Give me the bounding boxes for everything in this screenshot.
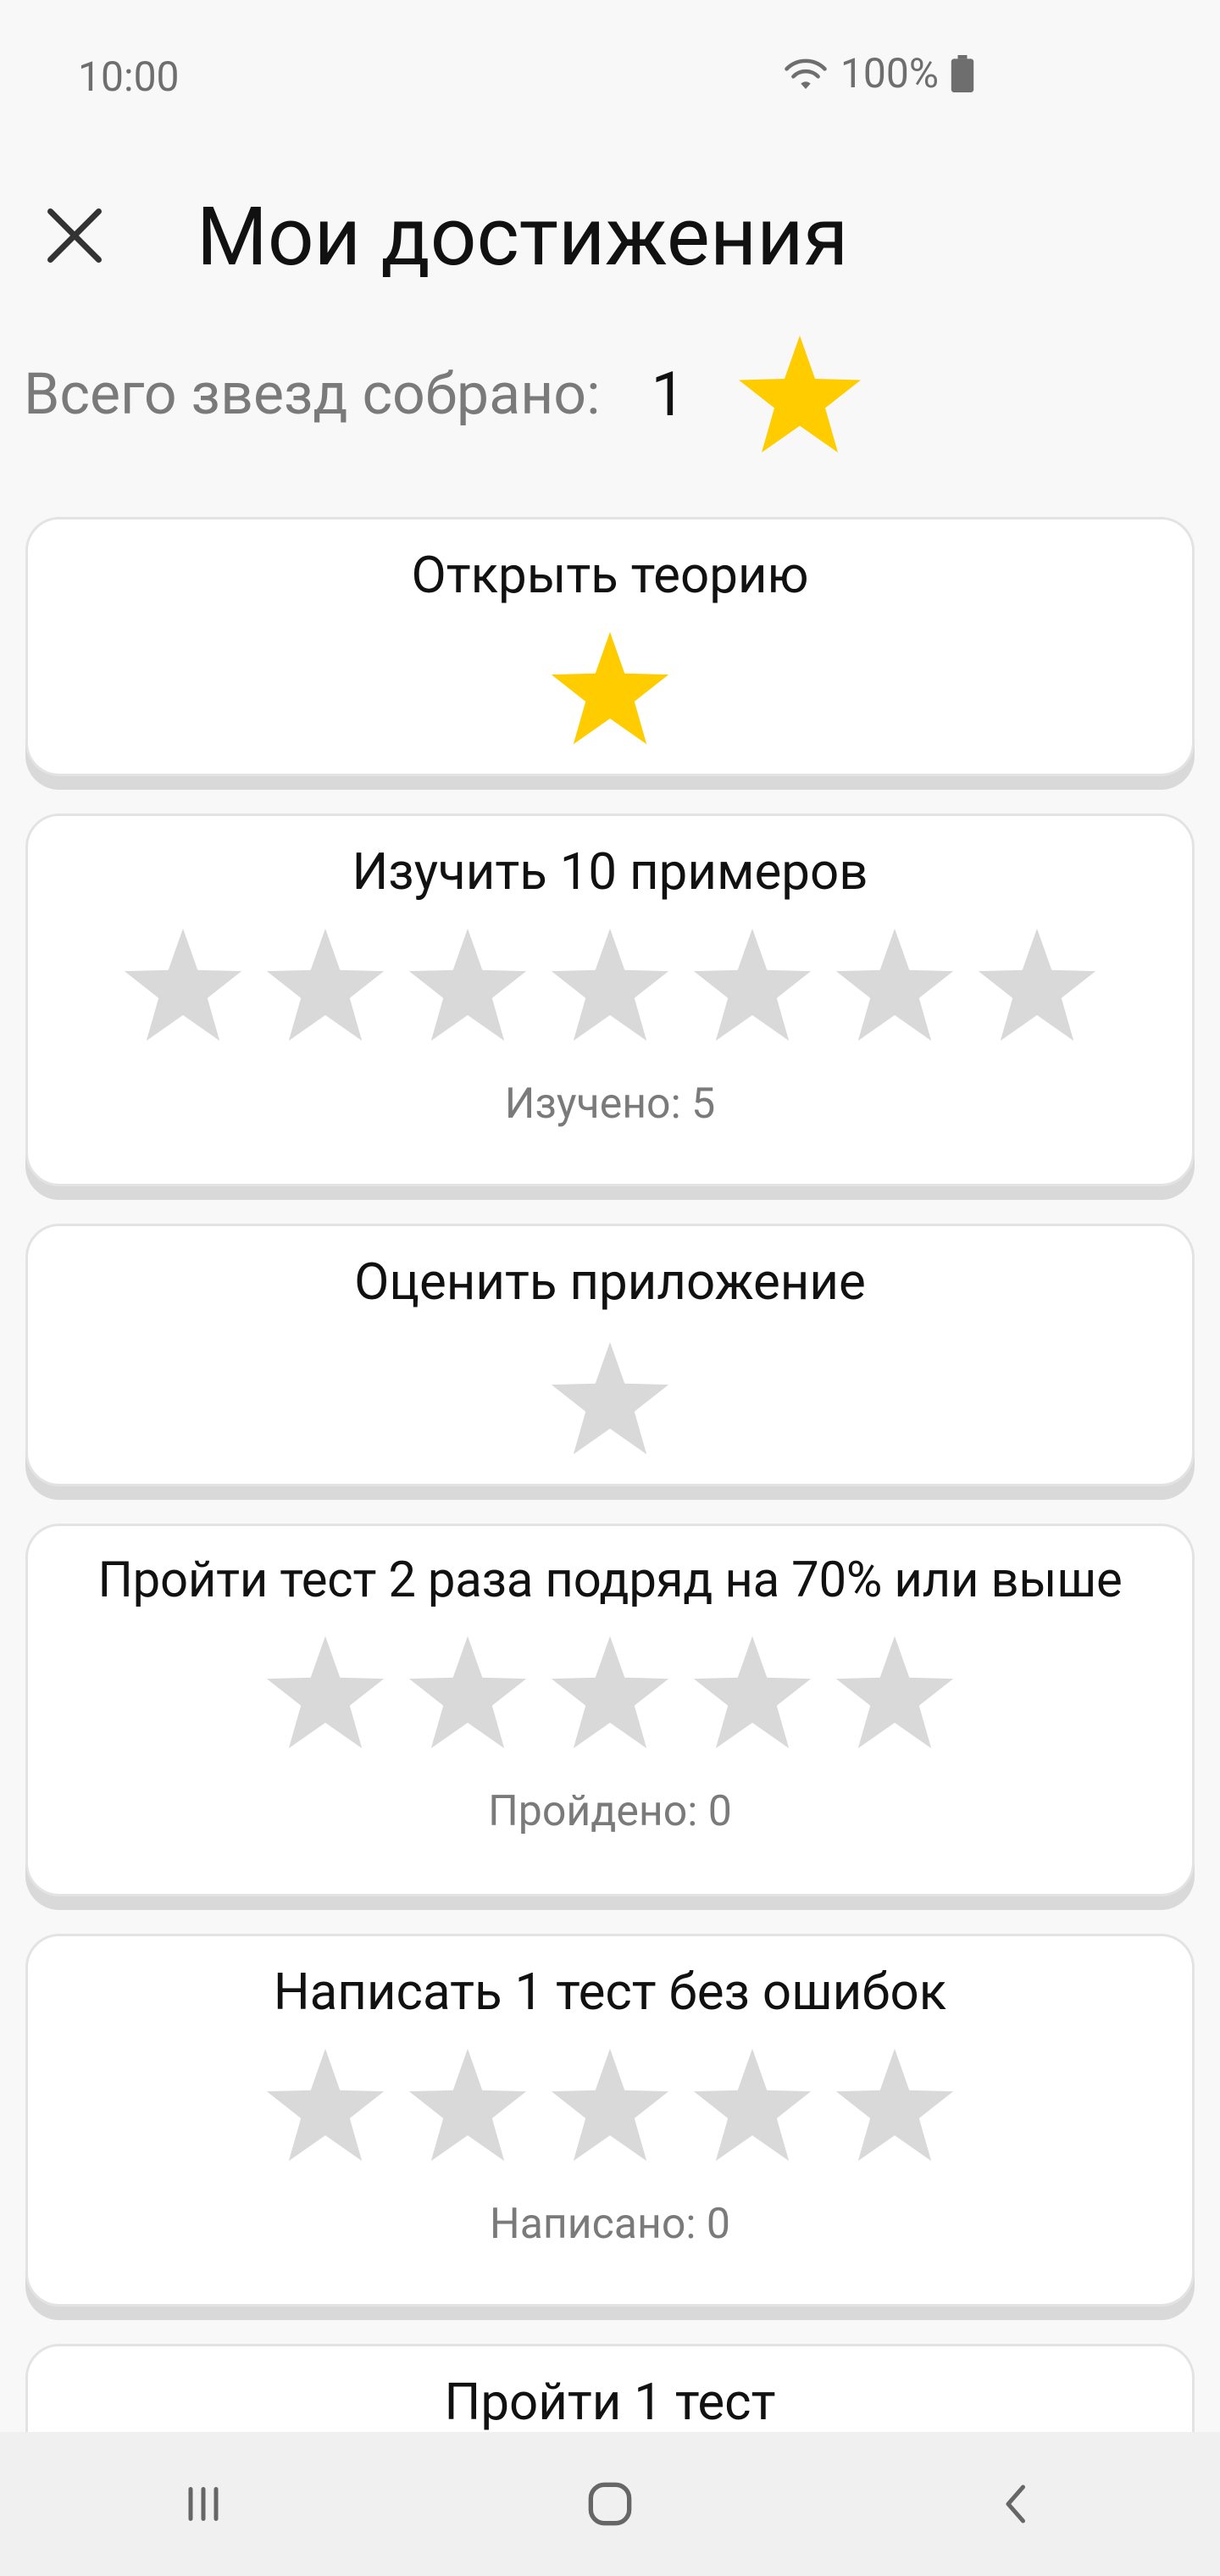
battery-percentage: 100% <box>840 49 939 97</box>
achievement-card: Изучить 10 примеров Изучено: 5 <box>25 813 1195 1186</box>
star-empty-icon <box>551 928 669 1041</box>
page-title: Мои достижения <box>197 190 849 285</box>
achievement-card: Пройти 1 тест <box>25 2344 1195 2432</box>
achievement-stars <box>28 1337 1192 1459</box>
star-empty-icon <box>978 928 1096 1041</box>
battery-icon <box>951 54 974 92</box>
star-empty-icon <box>551 2048 669 2162</box>
star-empty-icon <box>835 1635 954 1749</box>
star-empty-icon <box>408 2048 527 2162</box>
app-header: Мои достижения <box>0 169 1220 305</box>
achievement-progress: Изучено: 5 <box>504 1080 716 1129</box>
star-empty-icon <box>408 928 527 1041</box>
star-empty-icon <box>835 2048 954 2162</box>
status-indicators: 100% <box>783 49 974 97</box>
achievement-card: Пройти тест 2 раза подряд на 70% или выш… <box>25 1524 1195 1896</box>
total-stars-count: 1 <box>651 358 685 430</box>
star-empty-icon <box>551 1635 669 1749</box>
star-empty-icon <box>124 928 242 1041</box>
achievement-title: Оценить приложение <box>354 1252 866 1312</box>
close-icon <box>47 208 102 263</box>
star-empty-icon <box>266 1635 385 1749</box>
back-icon <box>1006 2484 1025 2523</box>
close-button[interactable] <box>34 195 115 276</box>
star-empty-icon <box>266 2048 385 2162</box>
achievement-card[interactable]: Оценить приложение <box>25 1224 1195 1486</box>
star-icon <box>739 336 861 452</box>
star-empty-icon <box>693 928 812 1041</box>
total-stars-summary: Всего звезд собрано: 1 <box>24 330 1193 458</box>
achievement-progress: Написано: 0 <box>490 2200 730 2249</box>
star-empty-icon <box>693 1635 812 1749</box>
achievement-title: Открыть теорию <box>411 545 809 605</box>
achievement-progress: Пройдено: 0 <box>488 1787 732 1836</box>
home-icon <box>588 2482 632 2526</box>
star-empty-icon <box>266 928 385 1041</box>
wifi-icon <box>785 58 827 89</box>
system-navigation-bar <box>0 2432 1220 2576</box>
recents-button[interactable] <box>144 2445 263 2563</box>
achievements-list[interactable]: Открыть теорию Изучить 10 примеров Изуче… <box>24 517 1196 2432</box>
achievement-title: Изучить 10 примеров <box>352 841 868 902</box>
achievement-card: Написать 1 тест без ошибок Написано: 0 <box>25 1934 1195 2307</box>
achievement-stars <box>28 924 1192 1046</box>
status-bar: 10:00 100% <box>0 0 1220 153</box>
star-empty-icon <box>835 928 954 1041</box>
achievement-card: Открыть теорию <box>25 517 1195 776</box>
achievement-stars <box>28 627 1192 749</box>
status-time: 10:00 <box>78 53 180 101</box>
recents-icon <box>188 2487 219 2521</box>
total-stars-label: Всего звезд собрано: <box>24 360 601 428</box>
achievement-title: Написать 1 тест без ошибок <box>273 1962 947 2022</box>
star-empty-icon <box>551 1341 669 1455</box>
star-empty-icon <box>408 1635 527 1749</box>
star-empty-icon <box>693 2048 812 2162</box>
achievement-stars <box>28 2044 1192 2166</box>
achievement-title: Пройти 1 тест <box>444 2372 776 2432</box>
achievement-title: Пройти тест 2 раза подряд на 70% или выш… <box>97 1552 1123 1609</box>
achievement-stars <box>28 1631 1192 1753</box>
star-filled-icon <box>551 631 669 745</box>
back-button[interactable] <box>957 2445 1076 2563</box>
home-button[interactable] <box>551 2445 669 2563</box>
